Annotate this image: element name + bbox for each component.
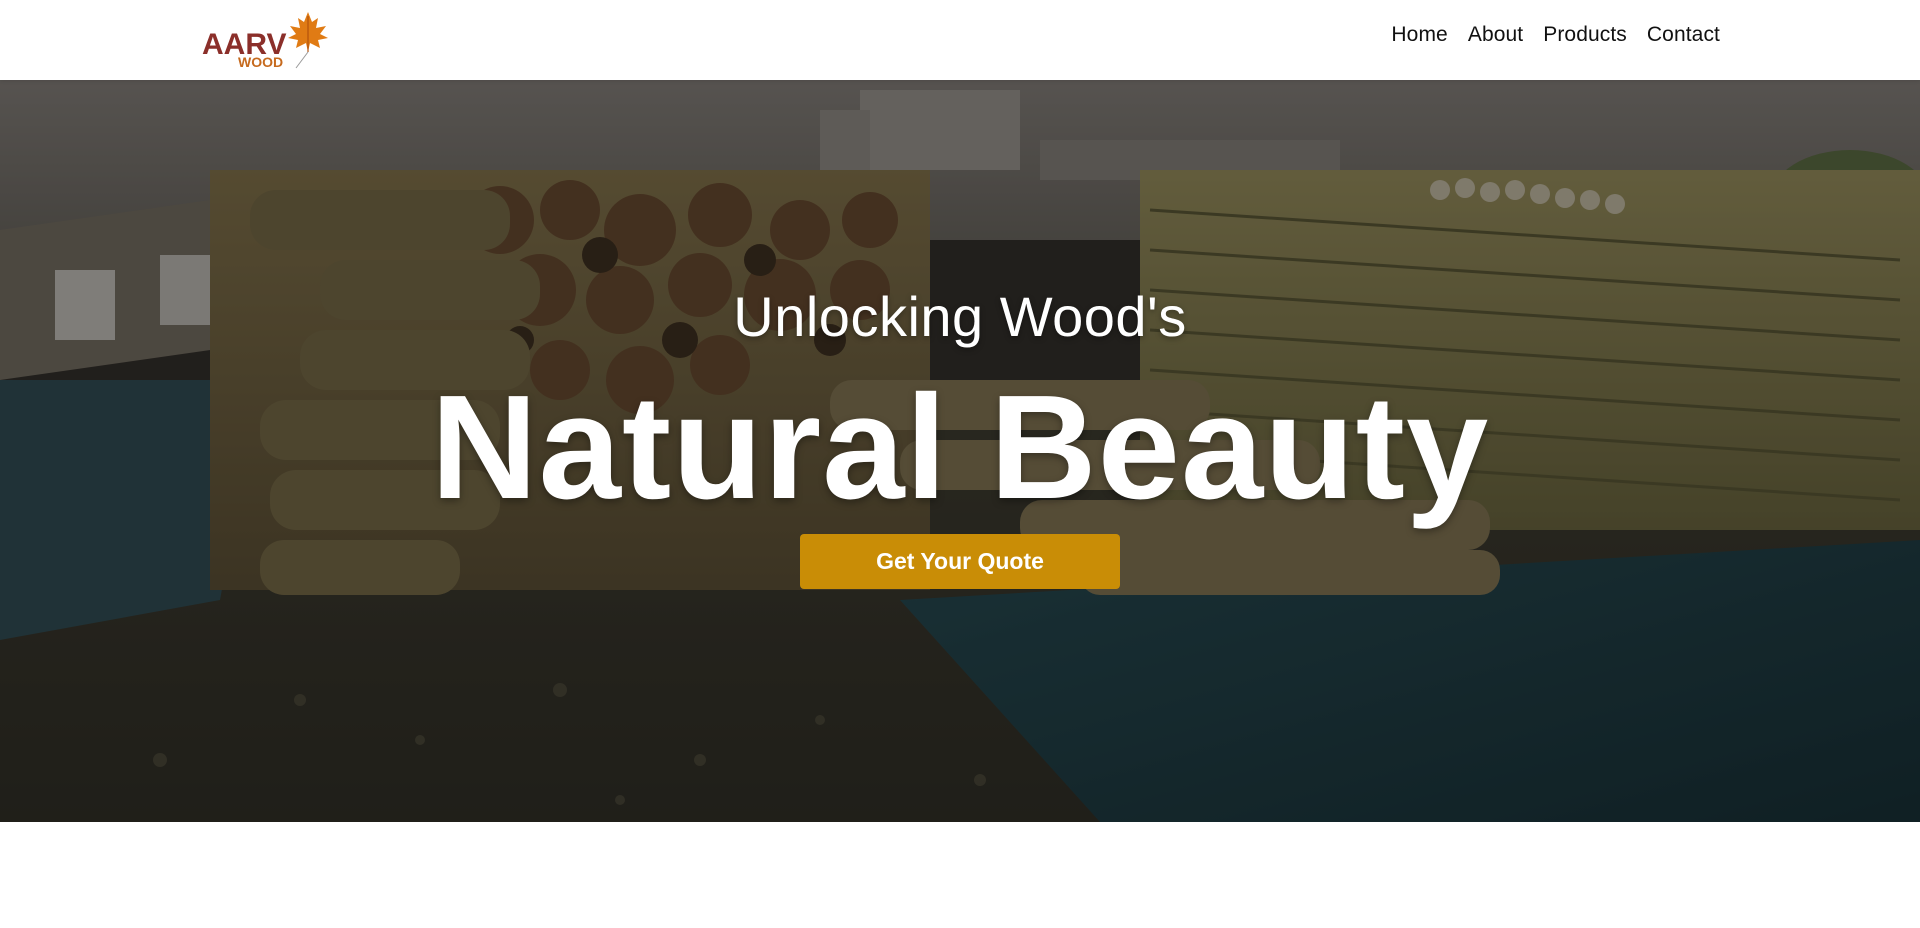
hero-subtitle: Unlocking Wood's bbox=[733, 285, 1187, 348]
get-quote-button[interactable]: Get Your Quote bbox=[800, 534, 1120, 589]
nav-home[interactable]: Home bbox=[1391, 23, 1447, 47]
logo-link[interactable]: AARV WOOD bbox=[202, 10, 338, 70]
nav-contact[interactable]: Contact bbox=[1647, 23, 1720, 47]
main-nav: Home About Products Contact bbox=[1391, 0, 1720, 70]
hero-section: Unlocking Wood's Natural Beauty Get Your… bbox=[0, 80, 1920, 822]
nav-products[interactable]: Products bbox=[1543, 23, 1627, 47]
hero-content: Unlocking Wood's Natural Beauty Get Your… bbox=[0, 80, 1920, 822]
logo-sub-text: WOOD bbox=[238, 54, 283, 70]
site-header: AARV WOOD Home About Products Contact bbox=[0, 0, 1920, 80]
nav-about[interactable]: About bbox=[1468, 23, 1523, 47]
logo-icon: AARV WOOD bbox=[202, 12, 328, 70]
hero-title: Natural Beauty bbox=[430, 365, 1490, 530]
